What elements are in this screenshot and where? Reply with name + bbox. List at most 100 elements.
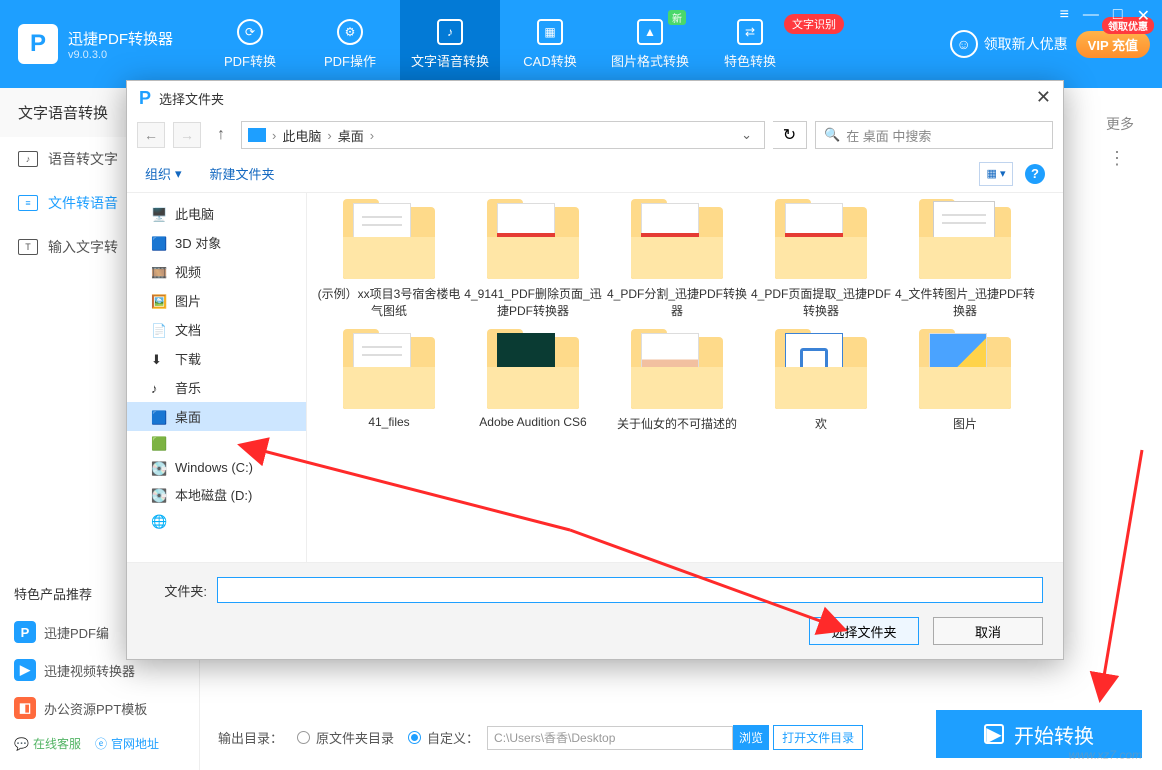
main-tabs: ⟳PDF转换 ⚙PDF操作 ♪文字语音转换 ▦CAD转换 ▲图片格式转换新 ⇄特… <box>200 0 800 88</box>
doc-icon: 📄 <box>151 323 167 337</box>
more-link[interactable]: 更多 <box>1106 114 1134 134</box>
tree-item[interactable]: 💽Windows (C:) <box>127 455 306 480</box>
drive-icon: 💽 <box>151 488 167 502</box>
iqy-icon: 🟩 <box>151 436 167 450</box>
file-item[interactable]: PDF4_PDF页面提取_迅捷PDF转换器 <box>749 207 893 319</box>
monitor-icon <box>248 128 266 142</box>
search-input[interactable]: 🔍 在 桌面 中搜索 <box>815 121 1053 149</box>
promo-ppt[interactable]: ◧办公资源PPT模板 <box>0 689 199 727</box>
file-item[interactable]: 41_files <box>317 337 461 432</box>
minimize-icon[interactable]: — <box>1083 6 1099 26</box>
tree-item[interactable]: 🖼️图片 <box>127 286 306 315</box>
cancel-button[interactable]: 取消 <box>933 617 1043 645</box>
dl-icon: ⬇ <box>151 352 167 366</box>
help-icon[interactable]: ? <box>1025 164 1045 184</box>
file-label: 4_PDF分割_迅捷PDF转换器 <box>605 285 749 319</box>
folder-name-input[interactable] <box>217 577 1043 603</box>
file-label: 4_文件转图片_迅捷PDF转换器 <box>893 285 1037 319</box>
tree-item[interactable]: 🟦3D 对象 <box>127 228 306 257</box>
dialog-footer: 文件夹: 选择文件夹 取消 <box>127 562 1063 659</box>
output-path-input[interactable] <box>487 726 733 750</box>
nav-up-icon[interactable]: ↑ <box>209 122 233 148</box>
file-label: 41_files <box>368 415 409 429</box>
vip-button[interactable]: VIP 充值 领取优惠 <box>1076 31 1150 58</box>
tree-item[interactable]: ⬇下载 <box>127 344 306 373</box>
mus-icon: ♪ <box>151 381 167 395</box>
watermark: www.xz7.com <box>1069 748 1142 762</box>
tab-special[interactable]: ⇄特色转换 <box>700 0 800 88</box>
drive-icon: 💽 <box>151 461 167 475</box>
file-item[interactable]: 图片 <box>893 337 1037 432</box>
file-item[interactable]: 4_文件转图片_迅捷PDF转换器 <box>893 207 1037 319</box>
dialog-toolbar: 组织 ▾ 新建文件夹 ▦ ▾ ? <box>127 155 1063 193</box>
view-mode-button[interactable]: ▦ ▾ <box>979 162 1013 186</box>
bc-leaf[interactable]: 桌面 <box>338 126 364 145</box>
site-link[interactable]: ⓔ官网地址 <box>95 735 159 752</box>
dialog-title: 选择文件夹 <box>159 89 224 108</box>
file-label: (示例）xx项目3号宿舍楼电气图纸 <box>317 285 461 319</box>
open-folder-button[interactable]: 打开文件目录 <box>773 725 863 750</box>
pc-icon: 🖥️ <box>151 207 167 221</box>
app-title: 迅捷PDF转换器 <box>68 28 173 49</box>
desk-icon: 🟦 <box>151 410 167 424</box>
file-item[interactable]: PDF4_PDF分割_迅捷PDF转换器 <box>605 207 749 319</box>
file-label: 图片 <box>953 415 977 432</box>
file-item[interactable]: PDF4_9141_PDF删除页面_迅捷PDF转换器 <box>461 207 605 319</box>
file-grid: (示例）xx项目3号宿舍楼电气图纸PDF4_9141_PDF删除页面_迅捷PDF… <box>307 193 1063 562</box>
radio-custom[interactable] <box>408 731 421 744</box>
dialog-close-icon[interactable]: ✕ <box>1036 87 1051 108</box>
search-placeholder: 在 桌面 中搜索 <box>846 126 931 145</box>
promo-icon: ◧ <box>14 697 36 719</box>
tree-item[interactable]: 💽本地磁盘 (D:) <box>127 480 306 509</box>
newcomer-link[interactable]: ☺ 领取新人优惠 <box>950 30 1068 58</box>
tab-pdf-convert[interactable]: ⟳PDF转换 <box>200 0 300 88</box>
nav-back-icon[interactable]: ← <box>137 122 165 148</box>
file-item[interactable]: (示例）xx项目3号宿舍楼电气图纸 <box>317 207 461 319</box>
tree-item[interactable]: ♪音乐 <box>127 373 306 402</box>
browse-button[interactable]: 浏览 <box>733 725 769 750</box>
tree-item[interactable]: 📄文档 <box>127 315 306 344</box>
tab-text-speech[interactable]: ♪文字语音转换 <box>400 0 500 88</box>
text-recognition-badge[interactable]: 文字识别 <box>784 14 844 34</box>
3d-icon: 🟦 <box>151 236 167 250</box>
radio-custom-label: 自定义： <box>427 728 479 747</box>
file-label: Adobe Audition CS6 <box>479 415 586 429</box>
tree-item[interactable]: 🎞️视频 <box>127 257 306 286</box>
file-item[interactable]: Adobe Audition CS6 <box>461 337 605 432</box>
file-label: 4_PDF页面提取_迅捷PDF转换器 <box>749 285 893 319</box>
bc-root[interactable]: 此电脑 <box>282 126 321 145</box>
badge-new: 新 <box>668 10 686 25</box>
radio-original[interactable] <box>297 731 310 744</box>
more-menu-icon[interactable]: ⋮ <box>1108 148 1128 169</box>
organize-menu[interactable]: 组织 ▾ <box>145 164 182 183</box>
speech-icon: ♪ <box>18 151 38 167</box>
maximize-icon[interactable]: □ <box>1113 6 1123 26</box>
tree-item[interactable]: 🌐 <box>127 509 306 533</box>
chevron-down-icon[interactable]: ⌄ <box>735 127 758 143</box>
breadcrumb[interactable]: › 此电脑 › 桌面 › ⌄ <box>241 121 765 149</box>
radio-original-label: 原文件夹目录 <box>316 728 394 747</box>
tab-pdf-ops[interactable]: ⚙PDF操作 <box>300 0 400 88</box>
tree-item[interactable]: 🖥️此电脑 <box>127 199 306 228</box>
user-icon: ☺ <box>950 30 978 58</box>
new-folder-button[interactable]: 新建文件夹 <box>210 164 275 183</box>
tab-cad[interactable]: ▦CAD转换 <box>500 0 600 88</box>
cs-link[interactable]: 💬在线客服 <box>14 735 81 752</box>
file-item[interactable]: 关于仙女的不可描述的 <box>605 337 749 432</box>
tree-item[interactable]: 🟦桌面 <box>127 402 306 431</box>
ie-icon: ⓔ <box>95 735 107 752</box>
file-speech-icon: ≡ <box>18 195 38 211</box>
close-icon[interactable]: ✕ <box>1137 6 1150 26</box>
tab-image[interactable]: ▲图片格式转换新 <box>600 0 700 88</box>
folder-field-label: 文件夹: <box>147 581 207 600</box>
window-controls: ≡ — □ ✕ <box>1060 6 1150 26</box>
folder-tree: 🖥️此电脑🟦3D 对象🎞️视频🖼️图片📄文档⬇下载♪音乐🟦桌面 🟩 💽Windows… <box>127 193 307 562</box>
file-item[interactable]: 欢 <box>749 337 893 432</box>
menu-icon[interactable]: ≡ <box>1060 6 1069 26</box>
select-folder-button[interactable]: 选择文件夹 <box>809 617 919 645</box>
net-icon: 🌐 <box>151 514 167 528</box>
search-icon: 🔍 <box>824 127 840 143</box>
nav-forward-icon[interactable]: → <box>173 122 201 148</box>
tree-item[interactable]: 🟩 <box>127 431 306 455</box>
refresh-icon[interactable]: ↻ <box>773 121 807 149</box>
